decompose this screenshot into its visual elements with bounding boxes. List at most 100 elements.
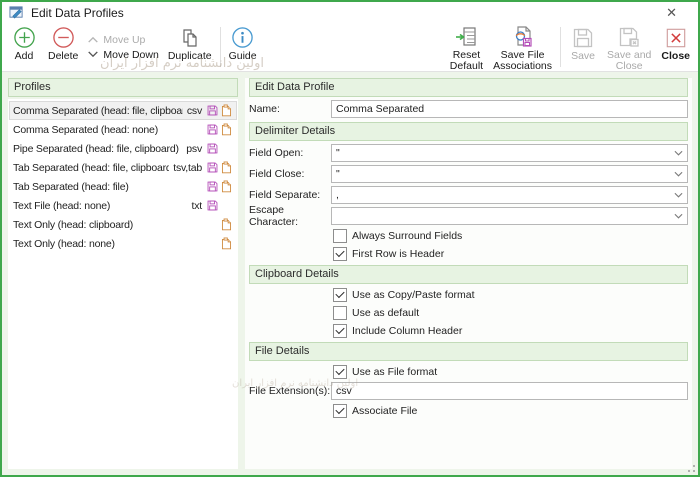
move-down-label: Move Down <box>103 48 159 61</box>
profiles-panel: Profiles Comma Separated (head: file, cl… <box>8 78 238 469</box>
file-extensions-row: File Extension(s): <box>249 382 688 400</box>
field-combobox[interactable] <box>331 207 688 225</box>
reset-default-button[interactable]: Reset Default <box>445 23 488 72</box>
save-to-file-icon <box>207 200 218 211</box>
profile-extensions: tsv,tab <box>173 161 202 174</box>
delimiter-checks: Always Surround Fields First Row is Head… <box>249 225 688 261</box>
profile-label: Comma Separated (head: file, clipboard) <box>13 104 183 117</box>
checkbox-label[interactable]: First Row is Header <box>352 248 444 260</box>
checkbox[interactable] <box>333 229 347 243</box>
combobox-value: " <box>336 147 340 159</box>
profile-label: Text Only (head: clipboard) <box>13 218 134 231</box>
editor-panel: Edit Data Profile Name: Delimiter Detail… <box>245 78 692 469</box>
profile-list-item[interactable]: Tab Separated (head: file) <box>9 177 237 196</box>
duplicate-label: Duplicate <box>167 50 212 62</box>
field-combobox[interactable]: " <box>331 165 688 183</box>
checkbox-label[interactable]: Use as Copy/Paste format <box>352 289 475 301</box>
toolbar-separator <box>219 27 221 67</box>
field-combobox[interactable]: " <box>331 144 688 162</box>
clipboard-icon <box>221 123 232 136</box>
move-up-button[interactable]: Move Up <box>87 34 158 46</box>
close-button[interactable]: Close <box>656 23 695 71</box>
toolbar: Add Delete Move Up Move Down Duplicate G… <box>2 23 698 72</box>
delimiter-field-row: Field Close: " <box>249 165 688 183</box>
checkbox[interactable] <box>333 365 347 379</box>
save-and-close-button[interactable]: Save and Close <box>602 23 656 72</box>
name-label: Name: <box>249 103 280 115</box>
resize-grip[interactable] <box>687 464 696 473</box>
name-row: Name: <box>249 100 688 118</box>
chevron-down-icon <box>674 171 683 177</box>
save-to-file-icon <box>207 162 218 173</box>
guide-info-icon <box>231 25 254 50</box>
move-down-button[interactable]: Move Down <box>87 48 159 61</box>
profile-list-item[interactable]: Comma Separated (head: file, clipboard) … <box>9 101 237 120</box>
checkbox-row: Associate File <box>333 404 688 418</box>
delimiter-details-header: Delimiter Details <box>249 122 688 141</box>
add-circle-plus-icon <box>13 25 36 50</box>
chevron-down-icon <box>88 51 99 58</box>
checkbox[interactable] <box>333 288 347 302</box>
window-close-button[interactable]: ✕ <box>660 2 691 23</box>
clipboard-icon <box>221 161 232 174</box>
chevron-up-icon <box>88 36 99 43</box>
checkbox-row: Include Column Header <box>333 324 688 338</box>
checkbox[interactable] <box>333 404 347 418</box>
field-label: Field Separate: <box>249 189 321 201</box>
file-extensions-label: File Extension(s): <box>249 385 331 397</box>
save-to-file-icon <box>207 181 218 192</box>
checkbox-label[interactable]: Associate File <box>352 405 417 417</box>
clipboard-icon <box>221 237 232 250</box>
profile-label: Pipe Separated (head: file, clipboard) <box>13 142 179 155</box>
checkbox-label[interactable]: Use as default <box>352 307 419 319</box>
profile-list-item[interactable]: Text Only (head: clipboard) <box>9 215 237 234</box>
checkbox[interactable] <box>333 247 347 261</box>
app-icon <box>9 6 23 19</box>
guide-button[interactable]: Guide <box>224 23 262 71</box>
delimiter-field-row: Field Open: " <box>249 144 688 162</box>
add-button[interactable]: Add <box>5 23 43 71</box>
profile-list-item[interactable]: Pipe Separated (head: file, clipboard) p… <box>9 139 237 158</box>
profile-label: Tab Separated (head: file, clipboard) <box>13 161 170 174</box>
save-to-file-icon <box>207 105 218 116</box>
field-label: Field Open: <box>249 147 304 159</box>
profile-list-item[interactable]: Text Only (head: none) <box>9 234 237 253</box>
save-and-close-icon <box>617 25 641 49</box>
checkbox-label[interactable]: Include Column Header <box>352 325 462 337</box>
combobox-value: " <box>336 168 340 180</box>
profile-label: Comma Separated (head: none) <box>13 123 158 136</box>
save-file-associations-button[interactable]: Save File Associations <box>488 23 557 72</box>
checkbox[interactable] <box>333 306 347 320</box>
delete-button[interactable]: Delete <box>43 23 83 71</box>
file-extensions-input[interactable] <box>331 382 688 400</box>
clipboard-icon <box>221 180 232 193</box>
checkbox-label[interactable]: Always Surround Fields <box>352 230 462 242</box>
save-file-associations-label: Save File Associations <box>493 49 553 72</box>
duplicate-button[interactable]: Duplicate <box>163 23 217 71</box>
profile-extensions: txt <box>191 199 203 212</box>
checkbox-label[interactable]: Use as File format <box>352 366 437 378</box>
save-to-file-icon <box>207 143 218 154</box>
titlebar[interactable]: Edit Data Profiles ✕ <box>2 2 698 23</box>
clipboard-checks: Use as Copy/Paste format Use as default … <box>249 284 688 338</box>
window-title: Edit Data Profiles <box>31 5 124 20</box>
profile-list-item[interactable]: Comma Separated (head: none) <box>9 120 237 139</box>
chevron-down-icon <box>674 192 683 198</box>
save-button[interactable]: Save <box>564 23 602 71</box>
checkbox[interactable] <box>333 324 347 338</box>
checkbox-row: Always Surround Fields <box>333 229 688 243</box>
combobox-value: , <box>336 189 339 201</box>
field-combobox[interactable]: , <box>331 186 688 204</box>
reset-default-label: Reset Default <box>449 49 484 72</box>
save-to-file-icon <box>207 124 218 135</box>
field-label: Field Close: <box>249 168 305 180</box>
profiles-header: Profiles <box>8 78 238 97</box>
delimiter-fields: Field Open: " Field Close: " Field Separ… <box>249 141 688 228</box>
name-input[interactable] <box>331 100 688 118</box>
profile-list-item[interactable]: Text File (head: none) txt <box>9 196 237 215</box>
delimiter-field-row: Escape Character: <box>249 204 688 228</box>
save-floppy-icon <box>571 25 595 50</box>
dialog-body: Profiles Comma Separated (head: file, cl… <box>2 72 698 475</box>
profile-list-item[interactable]: Tab Separated (head: file, clipboard) ts… <box>9 158 237 177</box>
file-details-header: File Details <box>249 342 688 361</box>
